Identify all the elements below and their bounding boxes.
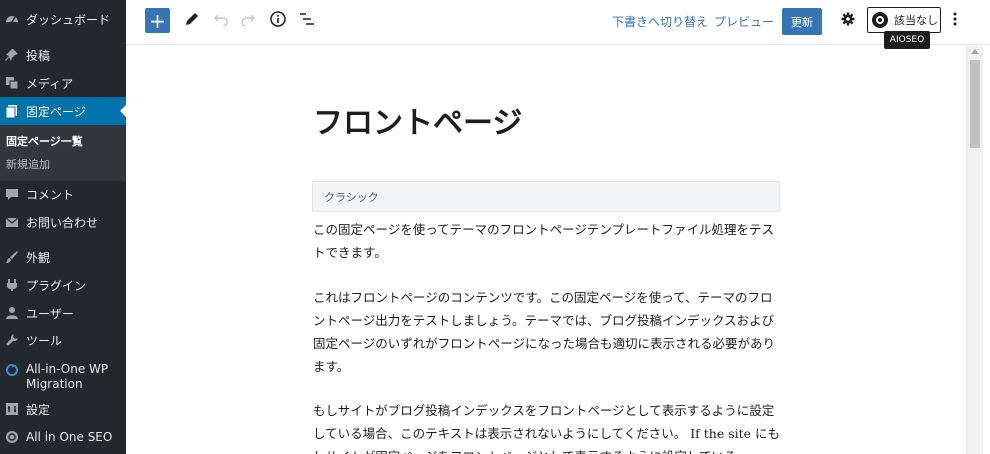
paragraph-block[interactable]: もしサイトがブログ投稿インデックスをフロントページとして表示するように設定してい… xyxy=(313,399,783,454)
mail-icon xyxy=(4,214,20,230)
sidebar-item-label: All-in-One WP Migration xyxy=(26,362,109,391)
page-title[interactable]: フロントページ xyxy=(313,98,522,142)
list-view-icon xyxy=(299,12,315,30)
pages-icon xyxy=(4,103,20,119)
sidebar-item-tools[interactable]: ツール xyxy=(0,326,126,354)
pin-icon xyxy=(4,47,20,63)
sidebar-item-comments[interactable]: コメント xyxy=(0,180,126,208)
preview-button[interactable]: プレビュー xyxy=(714,13,774,30)
sidebar-item-media[interactable]: メディア xyxy=(0,69,126,97)
pages-submenu: 固定ページ一覧 新規追加 xyxy=(0,125,126,181)
sidebar-item-label: ユーザー xyxy=(26,306,74,321)
sidebar-item-aioseo[interactable]: All in One SEO xyxy=(0,423,126,451)
wrench-icon xyxy=(4,332,20,348)
edit-tools-button[interactable] xyxy=(181,10,203,32)
sidebar-item-label: 投稿 xyxy=(26,48,51,63)
sidebar-item-label: 外観 xyxy=(26,250,51,265)
scrollbar-thumb[interactable] xyxy=(970,60,980,148)
sidebar-item-label: 設定 xyxy=(26,402,51,417)
sidebar-item-label: コメント xyxy=(26,187,75,202)
scroll-up-arrow-icon[interactable] xyxy=(971,49,979,54)
sidebar-item-settings[interactable]: 設定 xyxy=(0,395,126,423)
aioseo-logo-icon xyxy=(872,12,888,28)
sidebar-item-contact[interactable]: お問い合わせ xyxy=(0,208,126,236)
dashboard-icon xyxy=(4,11,20,27)
sidebar-item-label: お問い合わせ xyxy=(26,215,99,230)
aioseo-tooltip: AIOSEO xyxy=(884,31,930,49)
add-block-button[interactable]: + xyxy=(145,8,170,33)
switch-to-draft-button[interactable]: 下書きへ切り替え xyxy=(612,13,708,30)
aioseo-score-button[interactable]: 該当なし xyxy=(867,7,941,33)
media-icon xyxy=(4,75,20,91)
sidebar-item-label: メディア xyxy=(26,76,74,91)
undo-button[interactable] xyxy=(210,10,232,32)
redo-button[interactable] xyxy=(237,10,259,32)
settings-button[interactable] xyxy=(837,10,859,32)
sidebar-item-label: 固定ページ xyxy=(26,104,86,119)
classic-block-toolbar[interactable]: クラシック xyxy=(312,181,780,212)
sidebar-item-users[interactable]: ユーザー xyxy=(0,299,126,327)
pencil-icon xyxy=(185,12,199,30)
editor-toolbar: + 下書きへ切り替え プレビュー 更新 該当なし xyxy=(126,0,990,45)
settings-icon xyxy=(4,401,20,417)
sidebar-item-label: プラグイン xyxy=(26,278,87,293)
plugin-icon xyxy=(4,277,20,293)
paragraph-block[interactable]: これはフロントページのコンテンツです。この固定ページを使って、テーマのフロントペ… xyxy=(313,286,783,378)
sidebar-item-label: All in One SEO xyxy=(26,430,113,444)
sidebar-item-plugins[interactable]: プラグイン xyxy=(0,271,126,299)
details-button[interactable] xyxy=(267,10,289,32)
brush-icon xyxy=(4,249,20,265)
aioseo-score-label: 該当なし xyxy=(894,14,938,27)
aioseo-icon xyxy=(4,429,20,445)
submenu-item-all-pages[interactable]: 固定ページ一覧 xyxy=(6,133,83,149)
gear-icon xyxy=(841,12,855,30)
undo-icon xyxy=(214,12,228,30)
update-button[interactable]: 更新 xyxy=(782,8,822,35)
editor-scrollbar[interactable] xyxy=(966,46,983,454)
submenu-item-add-new[interactable]: 新規追加 xyxy=(6,156,50,172)
redo-icon xyxy=(241,12,255,30)
sidebar-item-posts[interactable]: 投稿 xyxy=(0,41,126,69)
more-options-button[interactable] xyxy=(944,10,966,32)
admin-sidebar: ダッシュボード 投稿 メディア 固定ページ 固定ページ一覧 新規追加 コメント … xyxy=(0,0,126,454)
sidebar-item-pages[interactable]: 固定ページ xyxy=(0,97,126,125)
sidebar-item-appearance[interactable]: 外観 xyxy=(0,243,126,271)
outline-button[interactable] xyxy=(296,10,318,32)
migration-icon xyxy=(4,362,20,378)
sidebar-item-dashboard[interactable]: ダッシュボード xyxy=(0,5,126,33)
sidebar-item-migration[interactable]: All-in-One WP Migration xyxy=(0,358,126,398)
sidebar-item-label: ダッシュボード xyxy=(26,12,111,27)
vertical-ellipsis-icon xyxy=(953,12,957,30)
info-icon xyxy=(270,11,286,31)
paragraph-block[interactable]: この固定ページを使ってテーマのフロントページテンプレートファイル処理をテストでき… xyxy=(313,218,783,264)
comment-icon xyxy=(4,186,20,202)
sidebar-item-label: ツール xyxy=(26,333,63,348)
user-icon xyxy=(4,305,20,321)
